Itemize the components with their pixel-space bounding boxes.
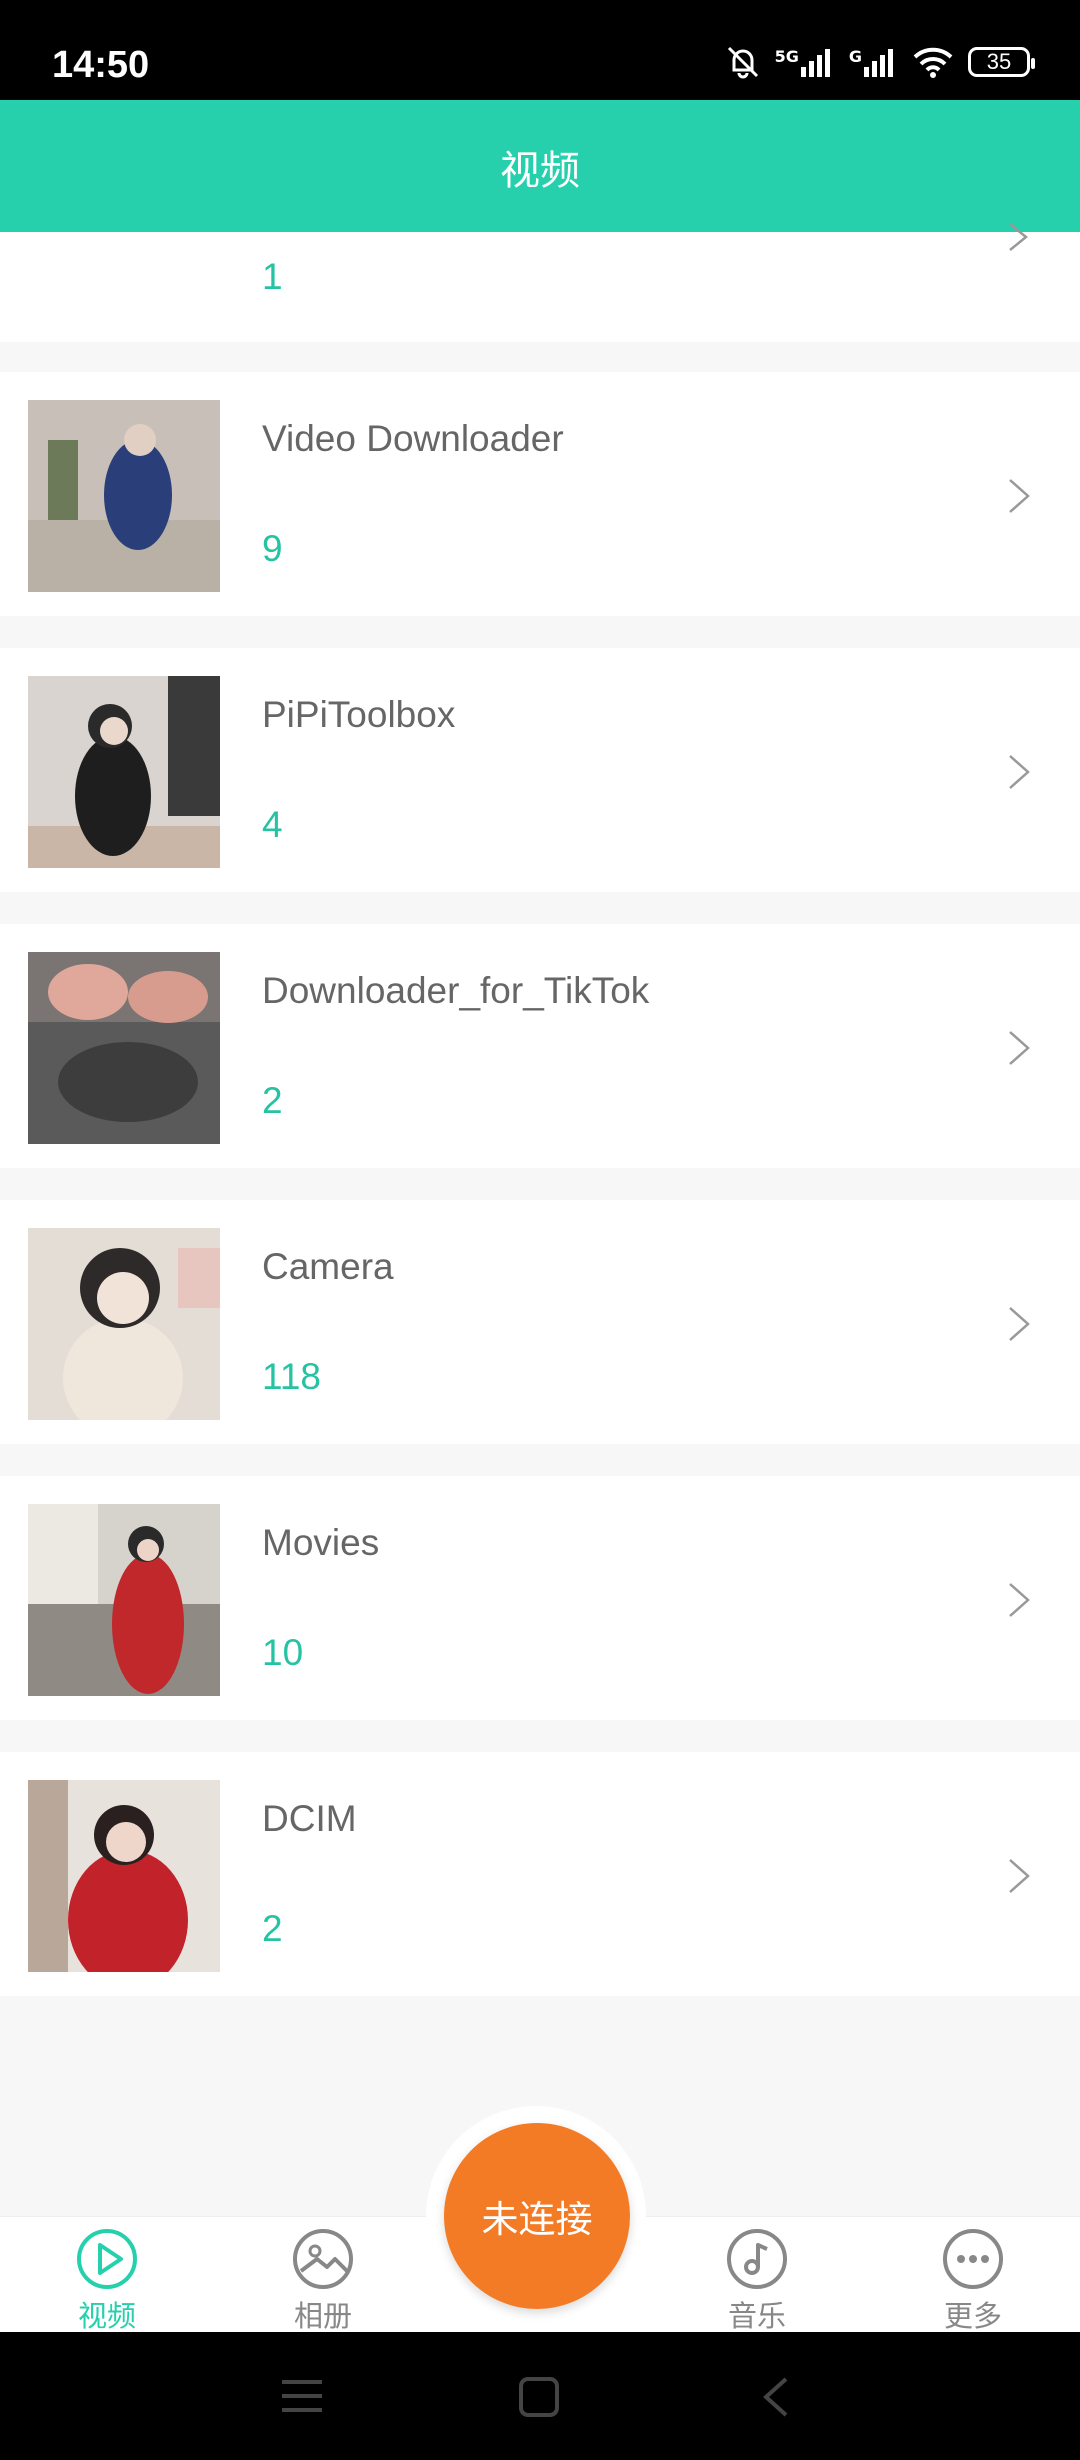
back-icon[interactable] (760, 2376, 790, 2418)
mute-bell-icon (725, 44, 761, 80)
signal-g-icon: G (849, 47, 898, 77)
folder-thumbnail (28, 1228, 220, 1420)
folder-name: DCIM (262, 1798, 357, 1839)
folder-thumbnail (28, 400, 220, 592)
folder-row-camera[interactable]: Camera 118 (0, 1200, 1080, 1444)
folder-name: PiPiToolbox (262, 694, 456, 735)
more-icon (943, 2229, 1003, 2289)
music-icon (727, 2229, 787, 2289)
folder-name: Video Downloader (262, 418, 564, 459)
list-item-partial[interactable]: 1 (0, 223, 1080, 342)
folder-count: 2 (262, 1080, 283, 1121)
status-icons: 5G G 35 (725, 44, 1035, 80)
home-icon[interactable] (518, 2376, 560, 2418)
system-nav-bar (0, 2332, 1080, 2460)
folder-row-dcim[interactable]: DCIM 2 (0, 1752, 1080, 1996)
folder-name: Downloader_for_TikTok (262, 970, 650, 1011)
album-icon (293, 2229, 353, 2289)
folder-count: 9 (262, 528, 283, 569)
battery-icon: 35 (968, 47, 1035, 77)
status-time: 14:50 (52, 44, 150, 86)
app-header: 视频 (0, 100, 1080, 232)
wifi-icon (912, 46, 954, 78)
folder-thumbnail (28, 1504, 220, 1696)
chevron-right-icon (1009, 755, 1030, 789)
folder-row-downloader-for-tiktok[interactable]: Downloader_for_TikTok 2 (0, 924, 1080, 1168)
folder-row-video-downloader[interactable]: Video Downloader 9 (0, 372, 1080, 616)
tab-video[interactable]: 视频 (47, 2227, 167, 2335)
chevron-right-icon (1009, 1583, 1030, 1617)
tab-music[interactable]: 音乐 (697, 2227, 817, 2335)
tab-label: 相册 (293, 2299, 352, 2333)
folder-thumbnail (28, 676, 220, 868)
connect-button[interactable]: 未连接 (444, 2123, 630, 2309)
folder-row-movies[interactable]: Movies 10 (0, 1476, 1080, 1720)
folder-thumbnail (28, 952, 220, 1144)
folder-count: 118 (262, 1356, 321, 1397)
folder-count: 10 (262, 1632, 304, 1673)
chevron-right-icon (1009, 1031, 1030, 1065)
page-title: 视频 (500, 148, 580, 194)
tab-album[interactable]: 相册 (263, 2227, 383, 2335)
tab-label: 音乐 (727, 2299, 786, 2333)
chevron-right-icon (1009, 479, 1030, 513)
chevron-right-icon (1009, 1859, 1030, 1893)
folder-row-pipitoolbox[interactable]: PiPiToolbox 4 (0, 648, 1080, 892)
folder-thumbnail (28, 1780, 220, 1972)
status-bar: 14:50 5G G 35 (0, 0, 1080, 100)
folder-name: Camera (262, 1246, 394, 1287)
tab-more[interactable]: 更多 (913, 2227, 1033, 2335)
tab-label: 视频 (77, 2299, 136, 2333)
row-count: 1 (262, 256, 283, 297)
signal-5g-icon: 5G (775, 47, 835, 77)
play-circle-icon (77, 2229, 137, 2289)
folder-name: Movies (262, 1522, 380, 1563)
tab-label: 更多 (943, 2299, 1002, 2333)
menu-icon[interactable] (280, 2376, 324, 2416)
folder-count: 4 (262, 804, 283, 845)
folder-count: 2 (262, 1908, 283, 1949)
chevron-right-icon (1009, 223, 1028, 251)
chevron-right-icon (1009, 1307, 1030, 1341)
